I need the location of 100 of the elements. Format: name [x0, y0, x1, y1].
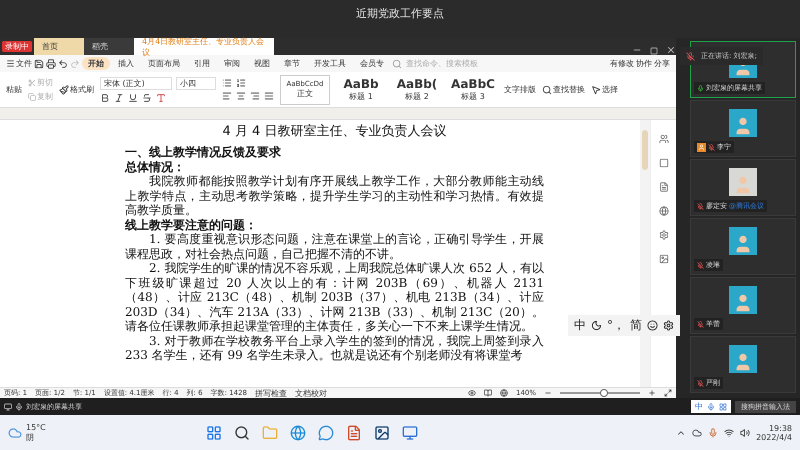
- zoom-in-icon: [648, 389, 656, 397]
- host-icon: [697, 142, 706, 152]
- clock-time: 19:38: [768, 424, 792, 432]
- clock-date: 2022/4/4: [756, 432, 792, 442]
- photo-placeholder: [729, 168, 757, 196]
- file-menu[interactable]: 文件: [6, 58, 32, 69]
- paragraph: 2. 我院学生的旷课的情况不容乐观，上周我院总体旷课人次 652 人，有以下班级旷课超过 20 人次以上的有：计网 203B（69）、机器人 2131（48）、计应 213C（48）、机制 203B（37）、机电 213B（34）、计应 203D（34）、汽车 213A（33）、计网 213B（33）、机制 213C（20）。请各位任课教师承担起课堂管理的主体责任，多关心一下不来上课学生情况。: [125, 261, 544, 334]
- bullet-list-icon: [222, 78, 232, 88]
- ribbon-tab[interactable]: 开始: [82, 57, 110, 70]
- numbered-list-icon: [236, 78, 246, 88]
- ribbon-tab[interactable]: 页面布局: [142, 57, 186, 70]
- weather-text: 阴: [26, 432, 34, 442]
- bold-icon: [100, 92, 110, 102]
- moon-icon: [591, 320, 602, 331]
- undo-icon: [58, 58, 68, 68]
- proofread-button[interactable]: 文档校对: [294, 388, 327, 398]
- search-icon: [392, 58, 402, 68]
- settings-icon: [663, 320, 674, 331]
- document-icon: [658, 182, 668, 192]
- eye-icon: [468, 389, 476, 397]
- paragraph: 1. 要高度重视意识形态问题，注意在课堂上的言论，正确引导学生，开展课程思政，对社会热点问题，自己把握不清的不讲。: [125, 232, 544, 261]
- close-icon: [666, 45, 676, 55]
- photo-placeholder: [729, 109, 757, 137]
- align-center-icon: [236, 91, 246, 101]
- font-select[interactable]: 宋体 (正文): [100, 76, 172, 90]
- style-preset[interactable]: AaBbC 标题 3: [448, 74, 498, 104]
- monitor-icon: [4, 402, 12, 410]
- ribbon-tab[interactable]: 审阅: [218, 57, 246, 70]
- select-button[interactable]: 选择: [591, 84, 618, 95]
- muted-mic-icon: [697, 262, 704, 268]
- italic-icon: [114, 92, 124, 102]
- document-tab[interactable]: 稻壳: [84, 38, 134, 55]
- mic-icon: [697, 84, 704, 92]
- input-method-bar[interactable]: 中 °， 简: [568, 315, 680, 336]
- style-preset[interactable]: AaBb( 标题 2: [392, 74, 442, 104]
- ribbon-tab[interactable]: 引用: [188, 57, 216, 70]
- globe-icon: [658, 206, 668, 216]
- toolbar-action[interactable]: 协作: [636, 58, 652, 69]
- paragraph: 我院教师都能按照教学计划有序开展线上教学工作，大部分教师能主动线上教学特点，主动思考教学策略，提升学生学习的主动性和学习热情。有效提高教学质量。: [125, 174, 544, 218]
- paragraph: 3. 对于教师在学校教务平台上录入学生的签到的情况，我院上周签到录入 233 名学生，还有 99 名学生未录入。也就是说还有个别老师没有将课堂考: [125, 334, 544, 362]
- search-field[interactable]: 查找命令、搜索模板: [404, 58, 514, 69]
- photo-placeholder: [729, 286, 757, 314]
- paste-button[interactable]: 粘贴: [6, 84, 22, 95]
- ribbon-tab[interactable]: 视图: [248, 57, 276, 70]
- text-layout-button[interactable]: 文字排版: [504, 84, 536, 95]
- muted-mic-icon: [708, 144, 715, 150]
- zoom-thumb[interactable]: [600, 389, 608, 397]
- volume-icon: [740, 428, 750, 438]
- input-method-mode[interactable]: 中: [695, 401, 703, 412]
- ribbon-tab[interactable]: 会员专: [354, 57, 390, 70]
- mic-icon: [15, 402, 23, 410]
- heading: 一、线上教学情况反馈及要求: [125, 145, 282, 160]
- toolbar-action[interactable]: 分享: [654, 58, 670, 69]
- scroll-thumb[interactable]: [642, 130, 648, 170]
- redo-icon: [70, 58, 80, 68]
- document-tab[interactable]: 首页: [34, 38, 84, 55]
- image-editor-icon: [374, 424, 390, 440]
- underline-icon: [128, 92, 138, 102]
- brush-icon: [59, 84, 69, 94]
- muted-mic-icon: [686, 52, 695, 60]
- muted-mic-icon: [697, 320, 704, 328]
- scissors-icon: [28, 78, 36, 86]
- grid-icon[interactable]: [719, 402, 727, 410]
- toolbar-action[interactable]: 有修改: [610, 58, 634, 69]
- window-title: 近期党政工作要点: [356, 6, 444, 22]
- spell-check-button[interactable]: 拼写检查: [254, 388, 287, 398]
- style-preset[interactable]: AaBb 标题 1: [336, 74, 386, 104]
- muted-mic-icon: [697, 380, 704, 386]
- format-painter-button[interactable]: 格式刷: [59, 84, 94, 95]
- folder-icon: [262, 424, 278, 440]
- browser-icon: [290, 424, 306, 440]
- square-icon: [658, 158, 668, 168]
- heading: 总体情况：: [125, 160, 186, 174]
- menu-icon: [6, 59, 15, 68]
- heading: 线上教学要注意的问题：: [125, 218, 258, 232]
- wifi-icon: [724, 428, 734, 438]
- ribbon-tab[interactable]: 插入: [112, 57, 140, 70]
- mic-icon[interactable]: [707, 402, 715, 410]
- globe-icon: [500, 389, 508, 397]
- start-icon: [206, 424, 222, 440]
- document-icon: [346, 424, 362, 440]
- copy-icon: [28, 92, 36, 100]
- search-icon: [234, 424, 250, 440]
- find-replace-button[interactable]: 查找替换: [542, 84, 585, 95]
- justify-icon: [264, 91, 274, 101]
- mic-icon: [708, 428, 718, 438]
- temperature: 15°C: [26, 422, 46, 432]
- meeting-icon: [402, 424, 418, 440]
- document-title: 4 月 4 日教研室主任、专业负责人会议: [222, 123, 448, 140]
- cloud-icon: [8, 426, 22, 440]
- ribbon-tab[interactable]: 开发工具: [308, 57, 352, 70]
- cursor-icon: [591, 84, 601, 94]
- strikethrough-icon: [142, 92, 152, 102]
- font-color-icon: [156, 92, 166, 102]
- chat-icon: [318, 424, 334, 440]
- photo-placeholder: [729, 227, 757, 255]
- cloud-icon: [692, 428, 702, 438]
- size-select[interactable]: 小四: [176, 76, 216, 90]
- ribbon-tab[interactable]: 章节: [278, 57, 306, 70]
- align-left-icon: [222, 91, 232, 101]
